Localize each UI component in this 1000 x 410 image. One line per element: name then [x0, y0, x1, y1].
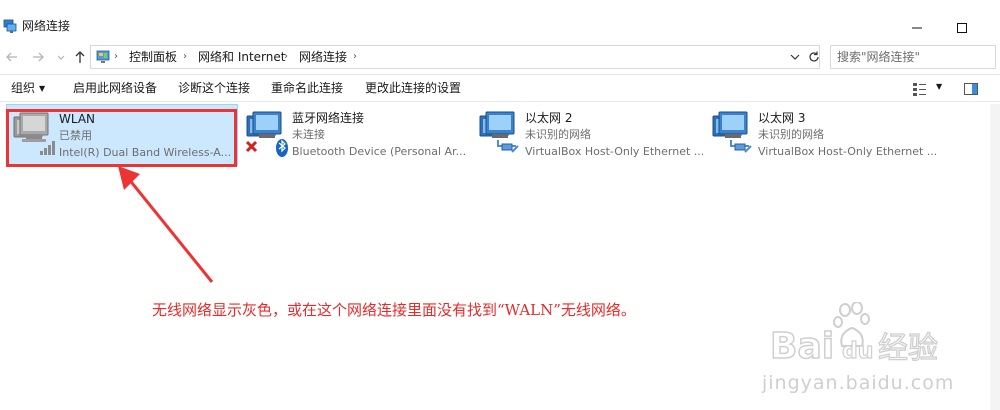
- connection-item-wlan[interactable]: WLAN 已禁用 Intel(R) Dual Band Wireless-A..…: [6, 104, 238, 166]
- connection-status: 未连接: [292, 128, 325, 141]
- arrow-up-icon: [75, 51, 85, 63]
- refresh-icon: [809, 51, 819, 62]
- address-bar: › 控制面板 › 网络和 Internet › 网络连接 ›: [0, 43, 1000, 71]
- preview-pane-button[interactable]: [963, 81, 979, 100]
- preview-pane-icon: [964, 83, 978, 95]
- annotation-text: 无线网络显示灰色，或在这个网络连接里面没有找到“WALN”无线网络。: [152, 301, 636, 319]
- breadcrumb-network-internet[interactable]: 网络和 Internet: [198, 50, 285, 64]
- breadcrumb-separator: ›: [353, 51, 357, 62]
- search-input[interactable]: [837, 47, 977, 67]
- vertical-scrollbar[interactable]: [990, 104, 1000, 410]
- bluetooth-adapter-icon: [243, 110, 291, 158]
- address-box[interactable]: › 控制面板 › 网络和 Internet › 网络连接 ›: [90, 45, 820, 69]
- search-box[interactable]: [830, 45, 996, 69]
- connection-device: Intel(R) Dual Band Wireless-A...: [59, 146, 232, 159]
- forward-button[interactable]: [30, 49, 46, 65]
- breadcrumb-separator: ›: [114, 51, 118, 62]
- rename-connection-button[interactable]: 重命名此连接: [271, 81, 343, 95]
- arrow-left-icon: [6, 52, 17, 62]
- annotation-arrow: [118, 166, 214, 283]
- svg-text:du: du: [842, 339, 873, 364]
- organize-menu-button[interactable]: 组织 ▼: [11, 81, 45, 96]
- view-options-button[interactable]: [912, 81, 928, 100]
- change-settings-button[interactable]: 更改此连接的设置: [365, 81, 461, 95]
- baidu-jingyan-logo: Bai du 经验: [769, 302, 939, 364]
- connection-name: WLAN: [59, 112, 96, 126]
- title-bar: 网络连接: [0, 14, 1000, 40]
- ethernet-adapter-icon: [476, 110, 524, 158]
- connection-status: 已禁用: [59, 129, 92, 142]
- ethernet-adapter-icon: [709, 110, 757, 158]
- view-caret-down-icon[interactable]: ▼: [936, 82, 942, 91]
- chevron-down-icon: [790, 54, 800, 60]
- connection-device: VirtualBox Host-Only Ethernet ...: [525, 145, 703, 158]
- breadcrumb-network-connections[interactable]: 网络连接: [299, 50, 347, 64]
- connection-name: 蓝牙网络连接: [292, 111, 365, 125]
- diagnose-connection-button[interactable]: 诊断这个连接: [178, 81, 250, 95]
- window-title: 网络连接: [22, 19, 71, 33]
- network-connections-icon: [3, 19, 17, 33]
- wireless-adapter-icon: [10, 111, 58, 159]
- control-panel-icon: [96, 50, 110, 64]
- svg-text:经验: 经验: [878, 331, 938, 364]
- connection-name: 以太网 3: [758, 111, 806, 125]
- recent-locations-button[interactable]: [56, 49, 66, 65]
- connection-item-bluetooth[interactable]: 蓝牙网络连接 未连接 Bluetooth Device (Personal Ar…: [240, 104, 472, 166]
- arrow-right-icon: [33, 52, 44, 62]
- breadcrumb-separator: ›: [284, 51, 288, 62]
- view-list-icon: [913, 83, 926, 96]
- svg-text:Bai: Bai: [770, 326, 834, 364]
- breadcrumb-separator: ›: [183, 51, 187, 62]
- up-button[interactable]: [72, 49, 88, 65]
- breadcrumb-control-panel[interactable]: 控制面板: [129, 50, 177, 64]
- connection-status: 未识别的网络: [758, 128, 824, 141]
- maximize-icon: [957, 23, 967, 33]
- back-button[interactable]: [4, 49, 20, 65]
- minimize-icon: [912, 27, 922, 29]
- command-toolbar: 组织 ▼ 启用此网络设备 诊断这个连接 重命名此连接 更改此连接的设置 ▼: [0, 74, 1000, 102]
- connection-device: VirtualBox Host-Only Ethernet ...: [758, 145, 936, 158]
- connection-device: Bluetooth Device (Personal Ar...: [292, 145, 467, 158]
- caret-down-icon: ▼: [39, 84, 46, 93]
- organize-label: 组织: [11, 81, 36, 95]
- connection-status: 未识别的网络: [525, 128, 591, 141]
- chevron-down-icon: [57, 55, 65, 60]
- connection-item-ethernet-2[interactable]: 以太网 2 未识别的网络 VirtualBox Host-Only Ethern…: [473, 104, 705, 166]
- enable-device-button[interactable]: 启用此网络设备: [73, 81, 157, 95]
- minimize-button[interactable]: [895, 14, 939, 40]
- maximize-button[interactable]: [940, 14, 984, 40]
- refresh-button[interactable]: [807, 50, 821, 67]
- address-dropdown-button[interactable]: [789, 51, 801, 66]
- connection-name: 以太网 2: [525, 111, 573, 125]
- connection-item-ethernet-3[interactable]: 以太网 3 未识别的网络 VirtualBox Host-Only Ethern…: [706, 104, 938, 166]
- watermark-url: jingyan.baidu.com: [762, 372, 955, 394]
